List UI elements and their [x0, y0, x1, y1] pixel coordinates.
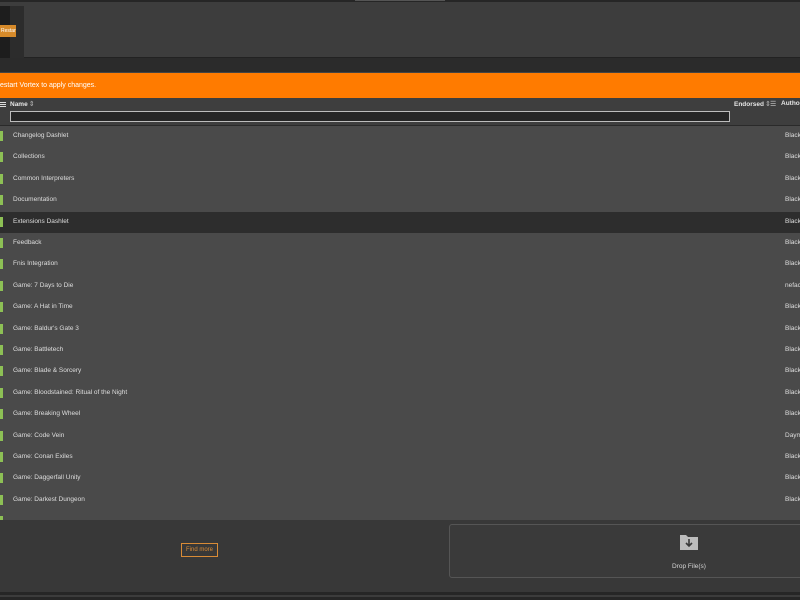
extension-name: Collections — [13, 153, 45, 161]
extension-name: Extensions Dashlet — [13, 217, 69, 225]
table-row[interactable]: Game: Conan Exiles Black — [0, 447, 800, 468]
extension-name: Game: Baldur's Gate 3 — [13, 324, 79, 332]
enabled-status-indicator[interactable] — [0, 131, 3, 141]
extension-author: Black — [785, 132, 800, 139]
columns-menu-icon[interactable] — [0, 102, 6, 107]
folder-download-icon — [680, 535, 698, 550]
restart-banner[interactable]: estart Vortex to apply changes. — [0, 73, 800, 98]
extension-author: Daym — [785, 431, 800, 439]
extension-author: Black — [785, 453, 800, 460]
window-bottom-strip — [0, 592, 800, 600]
table-row[interactable]: Changelog Dashlet Black — [0, 126, 800, 147]
filter-list-icon[interactable]: ☰ — [770, 100, 776, 108]
extension-name: Game: Bloodstained: Ritual of the Night — [13, 388, 128, 396]
extension-name: Feedback — [13, 239, 42, 246]
drop-files-label: Drop File(s) — [672, 563, 706, 570]
enabled-status-indicator[interactable] — [0, 216, 3, 227]
column-header-endorsed[interactable]: Endorsed⇕ — [734, 100, 771, 108]
table-row[interactable]: Game: A Hat in Time Black — [0, 297, 800, 318]
extension-name: Game: Battletech — [13, 346, 64, 353]
horizontal-scrollbar[interactable] — [0, 595, 800, 597]
extension-author: Black — [785, 217, 800, 225]
extension-author: Black — [785, 388, 800, 396]
table-row[interactable]: Game: Baldur's Gate 3 Black — [0, 319, 800, 340]
enabled-status-indicator[interactable] — [0, 409, 3, 420]
table-row[interactable]: Fnis Integration Black — [0, 254, 800, 275]
extension-name: Game: Code Vein — [13, 431, 65, 439]
footer-panel: Find more Drop File(s) — [0, 520, 800, 592]
table-row[interactable]: Game: Bloodstained: Ritual of the Night B… — [0, 383, 800, 404]
page-header: Restart — [0, 2, 800, 58]
extension-name: Game: Conan Exiles — [13, 453, 73, 460]
table-row[interactable]: Game: Breaking Wheel Black — [0, 404, 800, 425]
table-row[interactable]: Extensions Dashlet Black — [0, 211, 800, 233]
enabled-status-indicator[interactable] — [0, 323, 3, 334]
toolbar-strip — [0, 58, 800, 73]
extension-author: Black — [785, 410, 800, 418]
column-header-endorsed-label: Endorsed — [734, 101, 764, 108]
enabled-status-indicator[interactable] — [0, 195, 3, 206]
enabled-status-indicator[interactable] — [0, 259, 3, 270]
enabled-status-indicator[interactable] — [0, 494, 3, 505]
extension-name: Fnis Integration — [13, 260, 58, 268]
enabled-status-indicator[interactable] — [0, 387, 3, 398]
column-header-name-label: Name — [10, 101, 28, 108]
table-row[interactable]: Common Interpreters Black — [0, 169, 800, 190]
drop-zone[interactable]: Drop File(s) — [449, 524, 800, 578]
table-row[interactable]: Game: Code Vein Daym — [0, 426, 800, 447]
enabled-status-indicator[interactable] — [0, 302, 3, 313]
extension-author: Black — [785, 196, 800, 204]
table-row[interactable]: Game: Blade & Sorcery Black — [0, 361, 800, 382]
table-row-partial[interactable] — [0, 511, 800, 520]
extension-name: Documentation — [13, 196, 57, 204]
extension-author: Black — [785, 367, 800, 375]
table-row[interactable]: Game: 7 Days to Die nefac — [0, 276, 800, 297]
extension-name: Game: Darkest Dungeon — [13, 495, 85, 503]
enabled-status-indicator[interactable] — [0, 430, 3, 441]
name-filter-input[interactable] — [10, 111, 730, 122]
extension-author: Black — [785, 174, 800, 182]
extension-author: Black — [785, 495, 800, 503]
table-row[interactable]: Feedback Black — [0, 233, 800, 254]
footer-left-panel: Find more — [0, 520, 446, 592]
extension-name: Game: Daggerfall Unity — [13, 474, 81, 482]
enabled-status-indicator[interactable] — [0, 366, 3, 377]
table-row[interactable]: Documentation Black — [0, 190, 800, 211]
enabled-status-indicator[interactable] — [0, 173, 3, 184]
enabled-status-indicator[interactable] — [0, 473, 3, 484]
extension-author: Black — [785, 474, 800, 482]
column-header-name[interactable]: Name⇕ — [10, 100, 35, 108]
table-row[interactable]: Game: Darkest Dungeon Black — [0, 490, 800, 511]
enabled-status-indicator[interactable] — [0, 452, 3, 462]
thumbnail-restart-button[interactable]: Restart — [0, 25, 16, 37]
extension-name: Game: 7 Days to Die — [13, 281, 74, 289]
extension-author: Black — [785, 260, 800, 268]
extension-author: Black — [785, 324, 800, 332]
table-row[interactable]: Game: Battletech Black — [0, 340, 800, 361]
enabled-status-indicator[interactable] — [0, 238, 3, 248]
enabled-status-indicator[interactable] — [0, 280, 3, 291]
extension-name: Game: Blade & Sorcery — [13, 367, 82, 375]
extension-author: Black — [785, 153, 800, 161]
extensions-table-body: Changelog Dashlet Black Collections Black Co… — [0, 126, 800, 520]
extension-author: Black — [785, 303, 800, 311]
column-header-author[interactable]: Autho — [781, 100, 800, 107]
game-thumbnail: Restart — [0, 6, 24, 58]
extension-author: Black — [785, 346, 800, 353]
extension-author: Black — [785, 239, 800, 246]
extension-name: Changelog Dashlet — [13, 132, 69, 139]
table-row[interactable]: Collections Black — [0, 147, 800, 168]
enabled-status-indicator[interactable] — [0, 345, 3, 355]
extension-name: Game: A Hat in Time — [13, 303, 73, 311]
find-more-button[interactable]: Find more — [181, 543, 218, 557]
table-row[interactable]: Game: Daggerfall Unity Black — [0, 468, 800, 489]
extension-name: Game: Breaking Wheel — [13, 410, 81, 418]
extension-name: Common Interpreters — [13, 174, 75, 182]
sort-icon[interactable]: ⇕ — [29, 101, 35, 108]
extension-author: nefac — [785, 281, 800, 289]
enabled-status-indicator[interactable] — [0, 152, 3, 163]
window-top-notch — [355, 0, 445, 1]
